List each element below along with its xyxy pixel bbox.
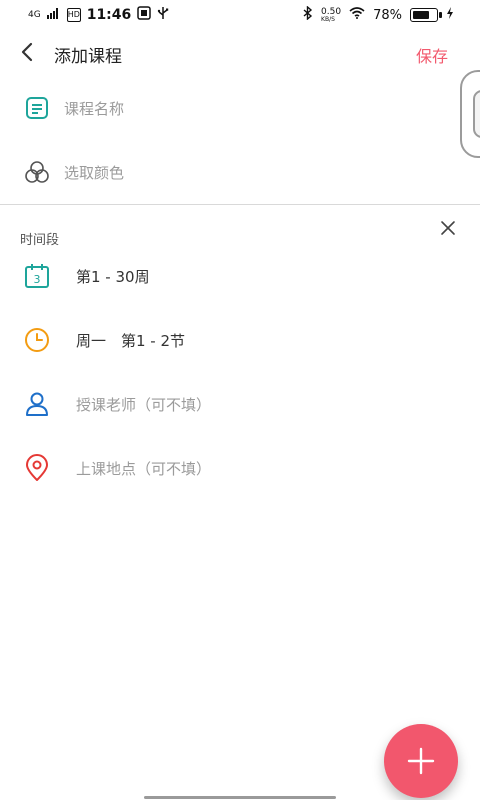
speed-unit: KB/S [321,15,335,23]
battery-percent: 78% [373,7,402,23]
status-right: 0.50 KB/S 78% [303,5,454,24]
location-pin-icon [22,453,52,483]
day-sessions-value[interactable]: 周一 第1 - 2节 [76,330,185,351]
network-indicator: 4G [28,9,41,20]
location-row[interactable]: 上课地点（可不填） [0,444,480,492]
toolbar: 添加课程 保存 [0,28,480,78]
palette-icon [22,157,52,187]
plus-icon [407,747,435,775]
remove-time-slot-button[interactable] [438,218,458,238]
time-slot-title: 时间段 [20,233,60,248]
app-notification-icon [137,6,152,24]
section-divider [0,204,480,205]
teacher-input[interactable]: 授课老师（可不填） [76,394,211,415]
chevron-left-icon [21,42,33,62]
usb-icon [157,6,169,24]
status-time: 11:46 [86,7,132,23]
battery-icon [410,8,442,22]
network-speed: 0.50 KB/S [321,7,341,23]
weeks-value[interactable]: 第1 - 30周 [76,266,150,287]
close-icon [441,221,455,235]
clock-icon [22,325,52,355]
status-left: 4G HD 11:46 [28,6,169,24]
signal-icon [46,7,61,23]
status-bar: 4G HD 11:46 0.50 KB/S 78% [0,0,480,28]
person-icon [22,389,52,419]
page-title: 添加课程 [54,47,122,67]
home-indicator[interactable] [144,796,336,799]
hd-badge: HD [66,8,81,22]
calendar-day: 3 [34,273,41,286]
course-name-input[interactable]: 课程名称 [64,98,124,119]
bluetooth-icon [303,5,313,24]
note-icon [22,93,52,123]
course-color-picker[interactable]: 选取颜色 [64,162,124,183]
add-time-slot-button[interactable] [384,724,458,798]
back-button[interactable] [14,38,42,66]
charging-icon [446,7,454,23]
save-button[interactable]: 保存 [416,43,448,67]
weeks-row[interactable]: 3 第1 - 30周 [0,252,480,300]
battery-level [413,11,429,19]
course-name-row[interactable]: 课程名称 [0,84,480,132]
location-input[interactable]: 上课地点（可不填） [76,458,211,479]
day-sessions-row[interactable]: 周一 第1 - 2节 [0,316,480,364]
wifi-icon [349,7,365,23]
teacher-row[interactable]: 授课老师（可不填） [0,380,480,428]
course-color-row[interactable]: 选取颜色 [0,148,480,196]
calendar-icon: 3 [22,261,52,291]
